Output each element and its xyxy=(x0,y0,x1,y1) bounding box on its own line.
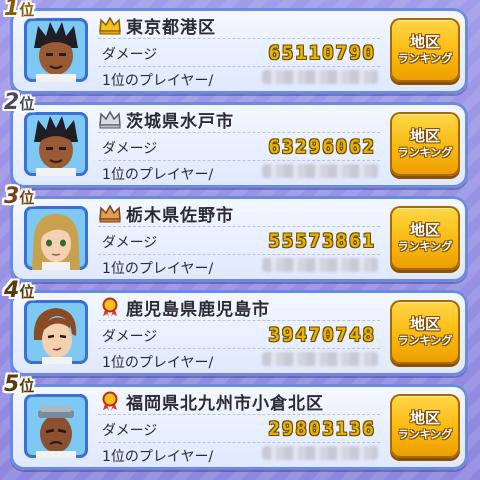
gold-crown-icon xyxy=(99,16,121,35)
region-ranking-button[interactable]: 地区 ランキング xyxy=(390,300,460,364)
bronze-crown-icon xyxy=(99,204,121,223)
rank-badge: 1位 xyxy=(4,0,35,21)
ranking-row: 2位 茨城県水戸市 ダメージ 63296062 1位のプレイヤー/ 地区 ランキ… xyxy=(4,90,468,188)
damage-value: 55573861 xyxy=(268,230,376,252)
rank-badge: 2位 xyxy=(4,90,35,115)
player-name-blurred xyxy=(262,446,378,460)
region-name: 栃木県佐野市 xyxy=(126,205,234,226)
top-player-label: 1位のプレイヤー/ xyxy=(102,261,214,277)
player-name-blurred xyxy=(262,70,378,84)
top-player-label: 1位のプレイヤー/ xyxy=(102,355,214,371)
damage-value: 29803136 xyxy=(268,418,376,440)
red-medal-icon xyxy=(102,297,118,317)
damage-value: 65110790 xyxy=(268,42,376,64)
region-name: 福岡県北九州市小倉北区 xyxy=(126,393,324,414)
player-name-blurred xyxy=(262,258,378,272)
top-player-label: 1位のプレイヤー/ xyxy=(102,449,214,465)
player-avatar xyxy=(24,112,88,176)
player-avatar xyxy=(24,394,88,458)
damage-value: 63296062 xyxy=(268,136,376,158)
damage-label: ダメージ xyxy=(102,423,158,439)
ranking-row: 1位 東京都港区 ダメージ 65110790 1位のプレイヤー/ 地区 ランキン… xyxy=(4,0,468,94)
damage-label: ダメージ xyxy=(102,329,158,345)
rank-badge: 3位 xyxy=(4,184,35,209)
region-ranking-button[interactable]: 地区 ランキング xyxy=(390,206,460,270)
ranking-row: 3位 栃木県佐野市 ダメージ 55573861 1位のプレイヤー/ 地区 ランキ… xyxy=(4,184,468,282)
ranking-list: 1位 東京都港区 ダメージ 65110790 1位のプレイヤー/ 地区 ランキン… xyxy=(0,0,480,480)
damage-label: ダメージ xyxy=(102,141,158,157)
region-name: 鹿児島県鹿児島市 xyxy=(126,299,270,320)
red-medal-icon xyxy=(102,391,118,411)
player-name-blurred xyxy=(262,352,378,366)
damage-label: ダメージ xyxy=(102,235,158,251)
rank-badge: 5位 xyxy=(4,372,35,397)
region-name: 東京都港区 xyxy=(126,17,216,38)
ranking-row: 4位 鹿児島県鹿児島市 ダメージ 39470748 1位のプレイヤー/ 地区 ラ… xyxy=(4,278,468,376)
player-avatar xyxy=(24,300,88,364)
damage-label: ダメージ xyxy=(102,47,158,63)
ranking-row: 5位 福岡県北九州市小倉北区 ダメージ 29803136 1位のプレイヤー/ 地… xyxy=(4,372,468,470)
player-avatar xyxy=(24,18,88,82)
damage-value: 39470748 xyxy=(268,324,376,346)
region-ranking-button[interactable]: 地区 ランキング xyxy=(390,18,460,82)
region-ranking-button[interactable]: 地区 ランキング xyxy=(390,112,460,176)
silver-crown-icon xyxy=(99,110,121,129)
region-ranking-button[interactable]: 地区 ランキング xyxy=(390,394,460,458)
player-avatar xyxy=(24,206,88,270)
region-name: 茨城県水戸市 xyxy=(126,111,234,132)
top-player-label: 1位のプレイヤー/ xyxy=(102,73,214,89)
rank-badge: 4位 xyxy=(4,278,35,303)
top-player-label: 1位のプレイヤー/ xyxy=(102,167,214,183)
player-name-blurred xyxy=(262,164,378,178)
